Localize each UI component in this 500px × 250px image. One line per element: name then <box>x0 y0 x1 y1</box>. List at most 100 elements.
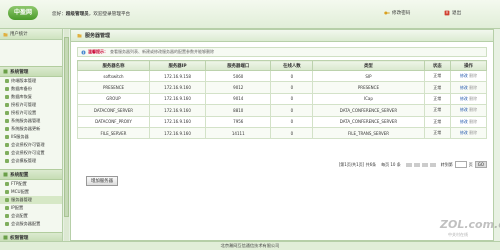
change-password-button[interactable]: 修改密码 <box>384 10 410 16</box>
key-icon <box>384 11 390 15</box>
cell-type: ICap <box>312 92 425 106</box>
add-server-button[interactable]: 增加服务器 <box>86 176 118 186</box>
sidebar-item[interactable]: 数据库备份 <box>0 85 62 93</box>
cell-ops: 修改 删除 <box>449 81 488 94</box>
cell-ip: 172.16.9.160 <box>148 104 207 117</box>
edit-link[interactable]: 修改 <box>460 73 468 78</box>
sidebar-item[interactable]: 会议授权许可管理 <box>0 141 62 149</box>
edit-link[interactable]: 修改 <box>460 96 468 101</box>
sidebar-item-label: IIS服务器 <box>11 134 29 139</box>
group-icon <box>3 235 8 240</box>
column-header: 类型 <box>312 60 425 71</box>
sidebar-item-label: 系统服务器更新 <box>11 126 41 131</box>
cell-type: FILE_TRANS_SERVER <box>312 126 425 140</box>
sidebar-item[interactable]: 会议服务器配置 <box>0 220 62 228</box>
sidebar-item[interactable]: 会议配置 <box>0 212 62 220</box>
sidebar-item[interactable]: 会议授权许可设置 <box>0 149 62 157</box>
sidebar-item[interactable]: 终端版本管理 <box>0 77 62 85</box>
tip-label: 温馨提示： <box>88 49 108 54</box>
cell-ip: 172.16.9.160 <box>148 126 207 140</box>
delete-link[interactable]: 删除 <box>469 130 477 135</box>
welcome-suffix: ，欢迎登录管理平台 <box>88 12 131 17</box>
sidebar-item-label: 系统服务器管理 <box>11 118 41 123</box>
delete-link[interactable]: 删除 <box>469 85 477 90</box>
page-title: 服务器管理 <box>85 33 111 39</box>
sidebar-item[interactable]: 系统服务器更新 <box>0 125 62 133</box>
sidebar-item[interactable]: 系统服务器管理 <box>0 117 62 125</box>
tip-bar: 温馨提示： 查看服务器列表、新建或修改服务器的配置参数并能够删除 <box>77 47 487 57</box>
sidebar-item-label: 用户统计 <box>10 32 28 37</box>
cell-name: FILE_SERVER <box>77 126 150 140</box>
page-number-input[interactable] <box>454 161 467 168</box>
sidebar-item-label: 数据库备份 <box>11 86 32 91</box>
sidebar-item[interactable]: 授权许可管理 <box>0 101 62 109</box>
cell-type: DATA_CONFERENCE_SERVER <box>312 115 425 128</box>
scrollbar-thumb[interactable] <box>64 37 69 217</box>
item-icon <box>5 198 9 202</box>
change-password-label: 修改密码 <box>392 11 411 16</box>
cell-ip: 172.16.9.160 <box>148 115 207 128</box>
cell-type: PRESENCE <box>312 81 425 94</box>
item-icon <box>5 190 9 194</box>
goto-label: 转到第 <box>440 161 453 167</box>
item-icon <box>5 95 9 99</box>
watermark-subtitle: 中关村在线 <box>448 232 468 237</box>
edit-link[interactable]: 修改 <box>460 130 468 135</box>
edit-link[interactable]: 修改 <box>460 119 468 124</box>
sidebar-item[interactable]: FTP配置 <box>0 180 62 188</box>
sidebar-group-system-config[interactable]: 系统配置 <box>0 169 62 180</box>
sidebar-item[interactable]: IIS服务器 <box>0 133 62 141</box>
sidebar-group-label: 权限管理 <box>10 235 29 241</box>
sidebar-item-server-mgmt[interactable]: 服务器管理 <box>0 196 62 204</box>
sidebar-item-label: 会议配置 <box>11 213 28 218</box>
sidebar: 用户统计 系统管理 终端版本管理 数据库备份 数据库恢复 授权许可管理 授权许可… <box>0 29 63 241</box>
first-page-button[interactable] <box>405 162 412 167</box>
sidebar-item[interactable]: 授权许可设置 <box>0 109 62 117</box>
sidebar-item[interactable]: MCU配置 <box>0 188 62 196</box>
delete-link[interactable]: 删除 <box>469 73 477 78</box>
cell-port: 5060 <box>205 69 272 83</box>
sidebar-item-label: IP配置 <box>11 205 24 210</box>
sidebar-item-label: 服务器管理 <box>11 197 32 202</box>
sidebar-item[interactable]: 会议模板管理 <box>0 157 62 165</box>
folder-icon <box>77 34 82 38</box>
cell-ops: 修改 删除 <box>449 126 488 140</box>
cell-online: 0 <box>270 115 314 128</box>
cell-name: PRESENCE <box>77 81 150 94</box>
table-row: PRESENCE 172.16.9.160 9012 0 PRESENCE 正常… <box>77 81 488 94</box>
next-page-button[interactable] <box>421 162 428 167</box>
delete-link[interactable]: 删除 <box>469 96 477 101</box>
item-icon <box>5 159 9 163</box>
cell-name: DATACONF_SERVER <box>77 104 150 117</box>
table-header-row: 服务器名称 服务器IP 服务器端口 在线人数 类型 状态 操作 <box>77 60 488 71</box>
prev-page-button[interactable] <box>413 162 420 167</box>
cell-status: 正常 <box>423 69 451 83</box>
column-header: 服务器名称 <box>77 60 150 71</box>
column-header: 服务器端口 <box>205 60 272 71</box>
edit-link[interactable]: 修改 <box>460 85 468 90</box>
item-icon <box>5 79 9 83</box>
column-header: 服务器IP <box>148 60 207 71</box>
sidebar-item-user-stats[interactable]: 用户统计 <box>0 29 62 40</box>
sidebar-scrollbar[interactable] <box>64 29 69 241</box>
cell-status: 正常 <box>423 81 451 94</box>
sidebar-group-label: 系统管理 <box>10 69 29 75</box>
sidebar-group-system-mgmt[interactable]: 系统管理 <box>0 66 62 77</box>
app-logo: 中盈网 <box>8 6 38 20</box>
sidebar-item[interactable]: IP配置 <box>0 204 62 212</box>
cell-ops: 修改 删除 <box>449 115 488 128</box>
delete-link[interactable]: 删除 <box>469 119 477 124</box>
sidebar-group-permission-mgmt[interactable]: 权限管理 <box>0 232 62 241</box>
edit-link[interactable]: 修改 <box>460 107 468 112</box>
item-icon <box>5 206 9 210</box>
item-icon <box>5 222 9 226</box>
pagination: [第1页/共1页] 共6条 每页 10 条 转到第 页 GO <box>77 161 487 168</box>
last-page-button[interactable] <box>429 162 436 167</box>
cell-online: 0 <box>270 81 314 94</box>
logout-button[interactable]: 退出 <box>444 10 461 16</box>
delete-link[interactable]: 删除 <box>469 107 477 112</box>
table-row: softswitch 172.16.9.158 5060 0 SIP 正常 修改… <box>77 69 488 83</box>
footer-text: 北京瀚网互信通信技术有限公司 <box>220 243 280 248</box>
sidebar-item[interactable]: 数据库恢复 <box>0 93 62 101</box>
go-button[interactable]: GO <box>474 161 487 168</box>
